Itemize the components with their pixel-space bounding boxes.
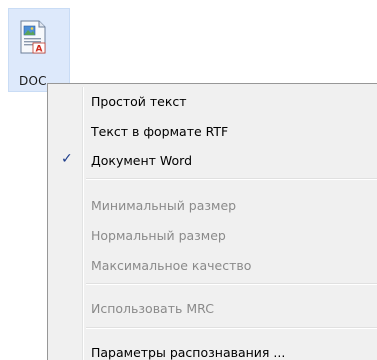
menu-item-label: Параметры распознавания ... xyxy=(91,344,286,360)
menu-item-label: Нормальный размер xyxy=(91,227,226,243)
menu-item-minimum-size[interactable]: Минимальный размер xyxy=(50,192,377,218)
menu-separator xyxy=(86,283,377,285)
menu-item-recognition-settings[interactable]: Параметры распознавания ... xyxy=(50,339,377,360)
menu-item-word-document[interactable]: ✓ Документ Word xyxy=(50,147,377,173)
checkmark-icon: ✓ xyxy=(61,151,73,167)
screen: A DOC Простой текст Текст в формате RTF … xyxy=(0,0,377,360)
menu-item-label: Использовать MRC xyxy=(91,300,214,316)
svg-text:A: A xyxy=(36,45,43,55)
menu-separator xyxy=(86,327,377,329)
menu-item-label: Текст в формате RTF xyxy=(91,123,229,139)
menu-item-plain-text[interactable]: Простой текст xyxy=(50,88,377,114)
menu-item-normal-size[interactable]: Нормальный размер xyxy=(50,222,377,248)
menu-separator xyxy=(86,178,377,180)
menu-item-label: Простой текст xyxy=(91,93,187,109)
doc-format-button[interactable]: A DOC xyxy=(8,8,70,92)
output-format-context-menu: Простой текст Текст в формате RTF ✓ Доку… xyxy=(47,83,377,360)
menu-item-rtf-text[interactable]: Текст в формате RTF xyxy=(50,118,377,144)
menu-item-label: Минимальный размер xyxy=(91,197,237,213)
doc-icon-label: DOC xyxy=(19,74,47,88)
doc-file-icon: A xyxy=(20,20,46,55)
menu-item-label: Максимальное качество xyxy=(91,257,252,273)
menu-item-maximum-quality[interactable]: Максимальное качество xyxy=(50,252,377,278)
menu-item-use-mrc[interactable]: Использовать MRC xyxy=(50,295,377,321)
menu-item-label: Документ Word xyxy=(91,152,193,168)
